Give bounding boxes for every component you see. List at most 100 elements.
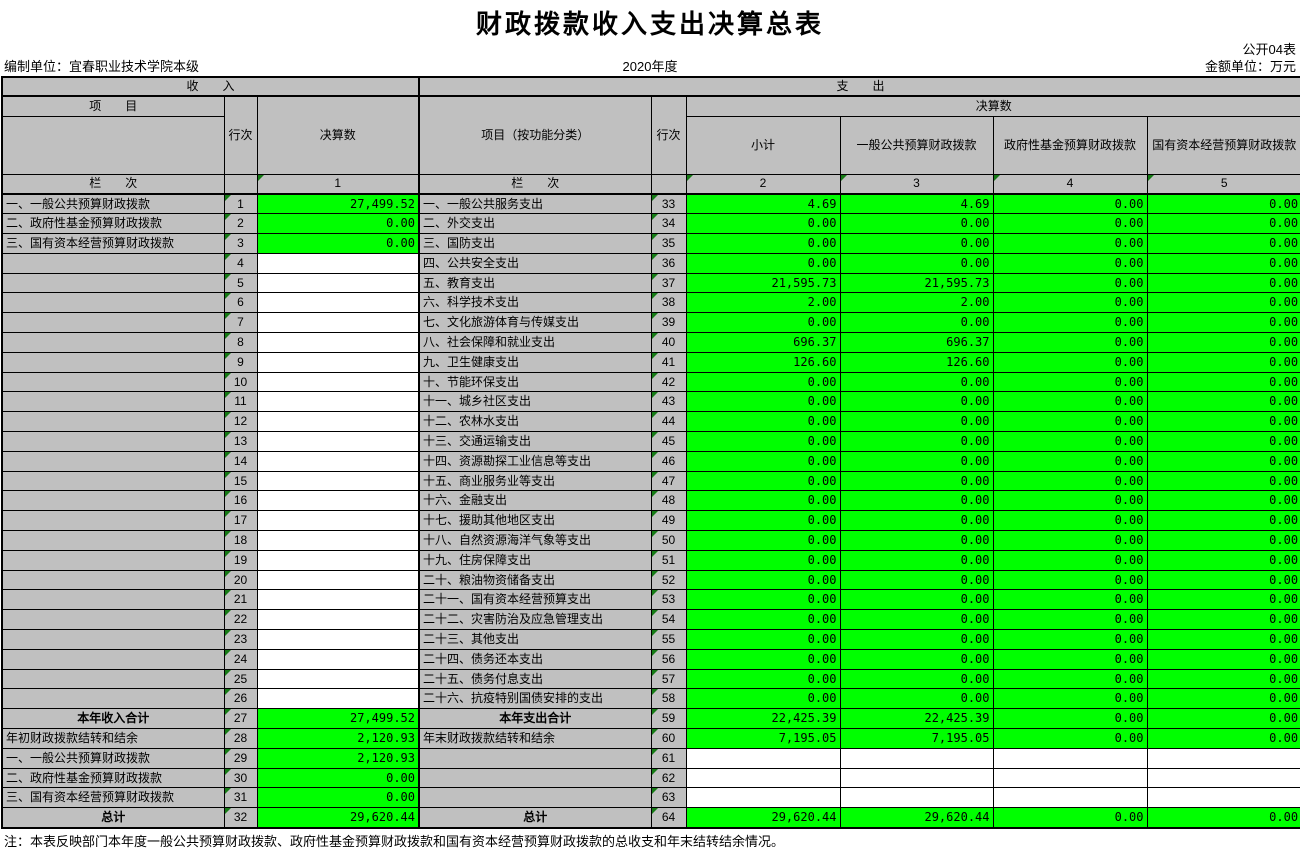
income-line-no: 12 — [224, 412, 257, 432]
expense-line-no: 42 — [651, 372, 686, 392]
income-line-no: 29 — [224, 748, 257, 768]
table-row: 13十三、交通运输支出450.000.000.000.00 — [2, 432, 1300, 452]
income-line-no: 3 — [224, 234, 257, 254]
expense-label: 十二、农林水支出 — [419, 412, 651, 432]
fiscal-year: 2020年度 — [435, 58, 866, 76]
income-label — [2, 333, 224, 353]
expense-state-capital-value: 0.00 — [1147, 412, 1300, 432]
expense-state-capital-value: 0.00 — [1147, 669, 1300, 689]
expense-general-budget-value: 22,425.39 — [840, 709, 993, 729]
expense-state-capital-value: 0.00 — [1147, 630, 1300, 650]
expense-general-budget-value: 0.00 — [840, 630, 993, 650]
income-value — [257, 313, 419, 333]
expense-subtotal-value: 0.00 — [686, 689, 840, 709]
expense-line-no: 55 — [651, 630, 686, 650]
income-value — [257, 511, 419, 531]
expense-subtotal-value: 0.00 — [686, 471, 840, 491]
expense-line-no: 56 — [651, 649, 686, 669]
expense-subtotal-value: 7,195.05 — [686, 729, 840, 749]
expense-state-capital-value: 0.00 — [1147, 729, 1300, 749]
expense-line-no: 45 — [651, 432, 686, 452]
expense-line-no: 49 — [651, 511, 686, 531]
expense-gov-fund-value: 0.00 — [993, 432, 1147, 452]
income-label — [2, 610, 224, 630]
expense-label: 十五、商业服务业等支出 — [419, 471, 651, 491]
expense-subtotal-value: 0.00 — [686, 570, 840, 590]
expense-label: 二十三、其他支出 — [419, 630, 651, 650]
subtotal-header: 小计 — [686, 116, 840, 174]
expense-subtotal-value: 0.00 — [686, 531, 840, 551]
expense-general-budget-value: 2.00 — [840, 293, 993, 313]
expense-gov-fund-value: 0.00 — [993, 669, 1147, 689]
expense-subtotal-value: 0.00 — [686, 610, 840, 630]
income-line-no: 17 — [224, 511, 257, 531]
expense-general-budget-value — [840, 748, 993, 768]
expense-label: 十六、金融支出 — [419, 491, 651, 511]
expense-label: 二十、粮油物资储备支出 — [419, 570, 651, 590]
table-row: 4四、公共安全支出360.000.000.000.00 — [2, 253, 1300, 273]
expense-state-capital-value: 0.00 — [1147, 432, 1300, 452]
expense-gov-fund-value: 0.00 — [993, 352, 1147, 372]
table-row: 总计3229,620.44总计6429,620.4429,620.440.000… — [2, 808, 1300, 828]
expense-gov-fund-value: 0.00 — [993, 471, 1147, 491]
table-row: 11十一、城乡社区支出430.000.000.000.00 — [2, 392, 1300, 412]
expense-subtotal-value: 0.00 — [686, 214, 840, 234]
income-line-no: 11 — [224, 392, 257, 412]
table-row: 6六、科学技术支出382.002.000.000.00 — [2, 293, 1300, 313]
expense-subtotal-value — [686, 748, 840, 768]
expense-general-budget-value: 0.00 — [840, 590, 993, 610]
expense-line-no: 53 — [651, 590, 686, 610]
income-value — [257, 630, 419, 650]
expense-state-capital-value: 0.00 — [1147, 570, 1300, 590]
income-line-no: 10 — [224, 372, 257, 392]
expense-gov-fund-value: 0.00 — [993, 709, 1147, 729]
expense-general-budget-value: 0.00 — [840, 432, 993, 452]
expense-subtotal-value: 0.00 — [686, 412, 840, 432]
expense-label: 十一、城乡社区支出 — [419, 392, 651, 412]
income-label — [2, 669, 224, 689]
income-label — [2, 649, 224, 669]
income-label — [2, 412, 224, 432]
expense-label: 八、社会保障和就业支出 — [419, 333, 651, 353]
income-value — [257, 689, 419, 709]
expense-gov-fund-value: 0.00 — [993, 491, 1147, 511]
table-row: 本年收入合计2727,499.52本年支出合计5922,425.3922,425… — [2, 709, 1300, 729]
expense-gov-fund-value: 0.00 — [993, 531, 1147, 551]
expense-subtotal-value: 22,425.39 — [686, 709, 840, 729]
table-row: 18十八、自然资源海洋气象等支出500.000.000.000.00 — [2, 531, 1300, 551]
table-row: 二、政府性基金预算财政拨款300.0062 — [2, 768, 1300, 788]
expense-general-budget-value: 7,195.05 — [840, 729, 993, 749]
income-line-no: 15 — [224, 471, 257, 491]
income-label — [2, 471, 224, 491]
income-line-no: 9 — [224, 352, 257, 372]
income-label — [2, 550, 224, 570]
expense-gov-fund-value: 0.00 — [993, 729, 1147, 749]
expense-line-no: 38 — [651, 293, 686, 313]
expense-gov-fund-value: 0.00 — [993, 273, 1147, 293]
table-row: 三、国有资本经营预算财政拨款310.0063 — [2, 788, 1300, 808]
income-line-no: 22 — [224, 610, 257, 630]
expense-gov-fund-value: 0.00 — [993, 570, 1147, 590]
expense-state-capital-value — [1147, 788, 1300, 808]
income-value — [257, 590, 419, 610]
income-label — [2, 352, 224, 372]
expense-state-capital-value: 0.00 — [1147, 451, 1300, 471]
income-label — [2, 531, 224, 551]
expense-label: 本年支出合计 — [419, 709, 651, 729]
income-value — [257, 649, 419, 669]
expense-row-no-header: 行次 — [651, 96, 686, 174]
expense-state-capital-value: 0.00 — [1147, 293, 1300, 313]
income-line-no: 14 — [224, 451, 257, 471]
expense-gov-fund-value: 0.00 — [993, 630, 1147, 650]
expense-gov-fund-value: 0.00 — [993, 511, 1147, 531]
table-row: 二、政府性基金预算财政拨款20.00二、外交支出340.000.000.000.… — [2, 214, 1300, 234]
expense-line-no: 47 — [651, 471, 686, 491]
table-row: 14十四、资源勘探工业信息等支出460.000.000.000.00 — [2, 451, 1300, 471]
expense-general-budget-value: 0.00 — [840, 412, 993, 432]
expense-column-index-label: 栏 次 — [419, 174, 651, 194]
expense-line-no: 41 — [651, 352, 686, 372]
table-row: 7七、文化旅游体育与传媒支出390.000.000.000.00 — [2, 313, 1300, 333]
income-value — [257, 471, 419, 491]
income-label: 二、政府性基金预算财政拨款 — [2, 768, 224, 788]
income-value: 2,120.93 — [257, 748, 419, 768]
